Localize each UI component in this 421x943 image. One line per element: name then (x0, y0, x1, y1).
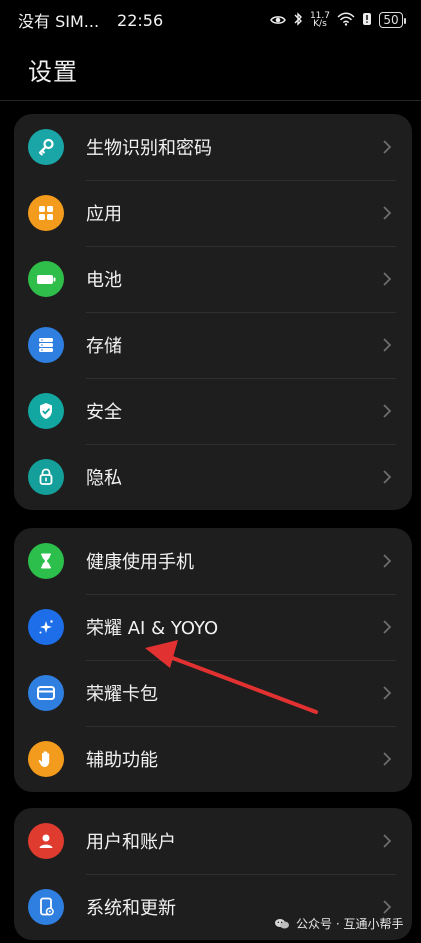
settings-group-2: 健康使用手机 荣耀 AI & YOYO 荣耀卡包 辅助功能 (14, 528, 412, 792)
alert-icon (362, 11, 372, 30)
battery-icon (28, 261, 64, 297)
system-update-icon (28, 889, 64, 925)
settings-item-apps[interactable]: 应用 (14, 180, 412, 246)
settings-item-label: 隐私 (86, 468, 122, 489)
header-divider (0, 100, 421, 101)
chevron-right-icon (378, 898, 396, 916)
settings-item-label: 存储 (86, 336, 122, 357)
battery-indicator: 50 (379, 12, 406, 28)
chevron-right-icon (378, 138, 396, 156)
watermark: 公众号 · 互通小帮手 (274, 915, 403, 932)
apps-grid-icon (28, 195, 64, 231)
eye-icon (270, 11, 286, 30)
settings-item-label: 应用 (86, 204, 122, 225)
watermark-text: 公众号 · 互通小帮手 (296, 917, 404, 931)
settings-item-battery[interactable]: 电池 (14, 246, 412, 312)
settings-item-honor-ai-yoyo[interactable]: 荣耀 AI & YOYO (14, 594, 412, 660)
card-icon (28, 675, 64, 711)
carrier-text: 没有 SIM... (18, 12, 100, 31)
settings-screen: 没有 SIM... 22:56 11.7 K/s 50 设置 生物识别和密码 应… (0, 0, 421, 943)
chevron-right-icon (378, 468, 396, 486)
settings-item-digital-balance[interactable]: 健康使用手机 (14, 528, 412, 594)
bluetooth-icon (293, 11, 303, 30)
settings-item-honor-wallet[interactable]: 荣耀卡包 (14, 660, 412, 726)
settings-item-label: 荣耀卡包 (86, 684, 158, 705)
settings-item-label: 电池 (86, 270, 122, 291)
settings-item-accessibility[interactable]: 辅助功能 (14, 726, 412, 792)
status-left: 没有 SIM... 22:56 (18, 8, 163, 32)
network-speed-unit: K/s (313, 18, 327, 29)
wifi-icon (337, 11, 355, 30)
settings-group-1: 生物识别和密码 应用 电池 存储 安全 隐私 (14, 114, 412, 510)
chevron-right-icon (378, 552, 396, 570)
clock-text: 22:56 (117, 10, 164, 30)
shield-icon (28, 393, 64, 429)
chevron-right-icon (378, 832, 396, 850)
key-icon (28, 129, 64, 165)
status-bar: 没有 SIM... 22:56 11.7 K/s 50 (0, 0, 421, 40)
hand-icon (28, 741, 64, 777)
chevron-right-icon (378, 402, 396, 420)
hourglass-icon (28, 543, 64, 579)
user-icon (28, 823, 64, 859)
settings-item-label: 健康使用手机 (86, 552, 194, 573)
settings-item-label: 荣耀 AI & YOYO (86, 618, 219, 639)
settings-item-label: 辅助功能 (86, 750, 158, 771)
settings-item-security[interactable]: 安全 (14, 378, 412, 444)
battery-level-text: 50 (383, 13, 399, 27)
chevron-right-icon (378, 270, 396, 288)
chevron-right-icon (378, 204, 396, 222)
settings-item-storage[interactable]: 存储 (14, 312, 412, 378)
chevron-right-icon (378, 684, 396, 702)
chevron-right-icon (378, 618, 396, 636)
chevron-right-icon (378, 750, 396, 768)
status-right: 11.7 K/s 50 (270, 11, 406, 30)
settings-item-label: 用户和账户 (86, 832, 176, 853)
network-speed: 11.7 K/s (310, 11, 330, 29)
settings-item-label: 生物识别和密码 (86, 138, 212, 159)
settings-item-label: 安全 (86, 402, 122, 423)
privacy-lock-icon (28, 459, 64, 495)
storage-icon (28, 327, 64, 363)
page-title: 设置 (28, 58, 78, 86)
wechat-icon (274, 918, 290, 930)
settings-item-privacy[interactable]: 隐私 (14, 444, 412, 510)
settings-item-biometrics[interactable]: 生物识别和密码 (14, 114, 412, 180)
chevron-right-icon (378, 336, 396, 354)
settings-item-users-accounts[interactable]: 用户和账户 (14, 808, 412, 874)
sparkle-icon (28, 609, 64, 645)
